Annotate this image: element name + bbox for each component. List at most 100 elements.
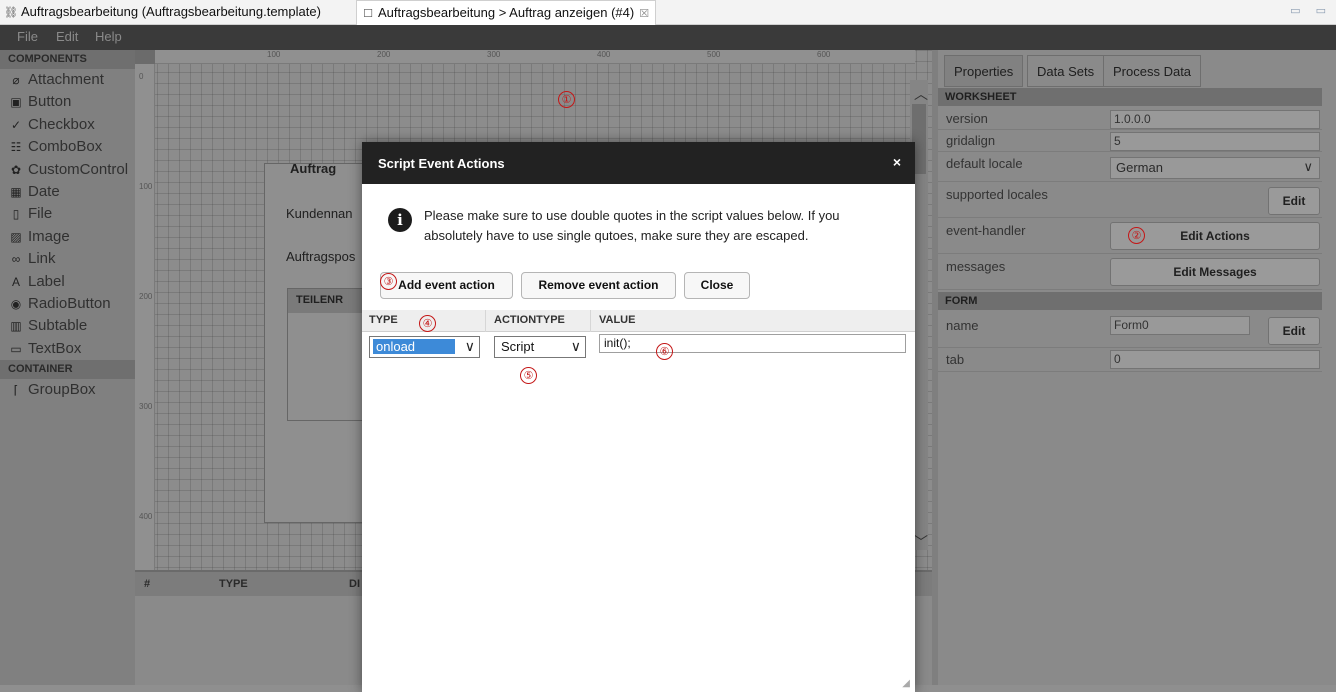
dialog-info-text: Please make sure to use double quotes in… [424, 208, 840, 243]
tab-data-sets[interactable]: Data Sets [1027, 55, 1105, 87]
annotation-marker-2: ② [1128, 227, 1145, 244]
bottom-col-d: DI [349, 578, 360, 590]
worksheet-heading: WORKSHEET [938, 88, 1322, 106]
groupbox-title: Auftrag [290, 161, 337, 176]
groupbox-icon: ⌈ [13, 383, 19, 398]
annotation-marker-5: ⑤ [520, 367, 537, 384]
tab-properties[interactable]: Properties [944, 55, 1024, 87]
container-heading: CONTAINER [0, 360, 135, 380]
gridalign-field[interactable]: 5 [1110, 132, 1320, 151]
prop-key-event-handler: event-handler [946, 223, 1026, 238]
script-value-input[interactable]: init(); [599, 334, 906, 353]
form-name-edit-button[interactable]: Edit [1268, 317, 1320, 345]
component-file[interactable]: ▯ File [0, 203, 135, 225]
col-actiontype: ACTIONTYPE [487, 310, 591, 332]
vertical-ruler: 0 100 200 300 400 [135, 50, 155, 570]
tab-template-label: Auftragsbearbeitung (Auftragsbearbeitung… [21, 4, 321, 19]
form-name-field[interactable]: Form0 [1110, 316, 1250, 335]
checkbox-icon: ✓ [10, 117, 22, 132]
positions-subtable[interactable]: TEILENR [287, 288, 367, 421]
add-event-action-button[interactable]: Add event action [380, 272, 513, 299]
component-date[interactable]: ▦ Date [0, 181, 135, 203]
editor-tabbar: ⛓ Auftragsbearbeitung (Auftragsbearbeitun… [0, 0, 1336, 25]
tab-form-editor[interactable]: ☐ Auftragsbearbeitung > Auftrag anzeigen … [356, 0, 656, 25]
version-field[interactable]: 1.0.0.0 [1110, 110, 1320, 129]
annotation-marker-6: ⑥ [656, 343, 673, 360]
prop-row-default-locale: default locale German ∨ [938, 152, 1322, 182]
component-groupbox[interactable]: ⌈ GroupBox [0, 379, 135, 401]
close-dialog-button[interactable]: Close [684, 272, 750, 299]
link-icon: ∞ [11, 252, 21, 267]
workflow-icon: ⛓ [4, 7, 18, 19]
window-controls[interactable]: ▭ ▭ [1290, 4, 1332, 17]
tab-close-icon[interactable]: ☒ [639, 8, 649, 20]
prop-row-supported-locales: supported locales Edit [938, 182, 1322, 218]
ruler-corner-wrench-icon[interactable] [135, 50, 155, 64]
component-button[interactable]: ▣ Button [0, 91, 135, 113]
info-icon: i [388, 208, 412, 232]
label-icon: A [11, 274, 20, 289]
component-checkbox[interactable]: ✓ Checkbox [0, 114, 135, 136]
component-subtable[interactable]: ▥ Subtable [0, 315, 135, 337]
subtable-header-teilenr: TEILENR [288, 289, 366, 313]
scroll-down-icon[interactable]: ﹀ [914, 532, 928, 552]
edit-messages-button[interactable]: Edit Messages [1110, 258, 1320, 286]
tab-form-label: Auftragsbearbeitung > Auftrag anzeigen (… [378, 5, 635, 20]
chevron-down-icon: ∨ [1303, 159, 1313, 174]
component-combobox[interactable]: ☷ ComboBox [0, 136, 135, 158]
menu-bar: File Edit Help [0, 25, 1336, 50]
annotation-marker-4: ④ [419, 315, 436, 332]
horizontal-ruler: 100 200 300 400 500 600 [155, 50, 915, 64]
prop-row-gridalign: gridalign 5 [938, 130, 1322, 152]
bottom-col-type: TYPE [219, 578, 248, 590]
default-locale-select[interactable]: German ∨ [1110, 157, 1320, 179]
properties-scrollbar[interactable] [1322, 60, 1334, 680]
customcontrol-icon: ✿ [10, 162, 22, 177]
component-textbox[interactable]: ▭ TextBox [0, 338, 135, 360]
action-type-value: Script [501, 339, 535, 354]
annotation-marker-1: ① [558, 91, 575, 108]
menu-help[interactable]: Help [95, 29, 122, 44]
remove-event-action-button[interactable]: Remove event action [521, 272, 676, 299]
textbox-icon: ▭ [10, 341, 22, 356]
component-attachment[interactable]: ⌀ Attachment [0, 69, 135, 91]
chevron-down-icon: ∨ [464, 338, 475, 354]
event-grid-header: TYPE ACTIONTYPE VALUE [362, 310, 915, 332]
tab-process-data[interactable]: Process Data [1103, 55, 1202, 87]
dialog-close-icon[interactable]: × [893, 154, 901, 170]
bottom-col-number: # [144, 578, 151, 590]
positions-label: Auftragspos [286, 249, 356, 264]
prop-key-name: name [946, 318, 979, 333]
script-event-actions-dialog: Script Event Actions × i Please make sur… [362, 142, 915, 692]
event-type-value: onload [373, 339, 455, 354]
subtable-icon: ▥ [10, 319, 22, 334]
properties-panel: Properties Data Sets Process Data WORKSH… [938, 50, 1336, 692]
tab-template-editor[interactable]: ⛓ Auftragsbearbeitung (Auftragsbearbeitun… [0, 0, 350, 25]
component-customcontrol[interactable]: ✿ CustomControl [0, 159, 135, 181]
component-image[interactable]: ▨ Image [0, 226, 135, 248]
resize-grip-icon[interactable]: ◢ [902, 678, 910, 689]
supported-locales-edit-button[interactable]: Edit [1268, 187, 1320, 215]
component-radiobutton[interactable]: ◉ RadioButton [0, 293, 135, 315]
radiobutton-icon: ◉ [10, 296, 22, 311]
prop-key-default-locale: default locale [946, 156, 1023, 171]
date-icon: ▦ [10, 184, 22, 199]
menu-file[interactable]: File [17, 29, 38, 44]
annotation-marker-3: ③ [380, 273, 397, 290]
event-type-select[interactable]: onload ∨ [369, 336, 480, 358]
tab-index-field[interactable]: 0 [1110, 350, 1320, 369]
scroll-up-icon[interactable]: ︿ [914, 84, 928, 104]
col-value: VALUE [599, 314, 636, 326]
customer-label: Kundennan [286, 206, 353, 221]
action-type-select[interactable]: Script ∨ [494, 336, 586, 358]
components-heading: COMPONENTS [0, 50, 135, 69]
form-window-icon: ☐ [363, 8, 373, 20]
menu-edit[interactable]: Edit [56, 29, 78, 44]
prop-key-messages: messages [946, 259, 1006, 274]
attachment-icon: ⌀ [12, 73, 20, 87]
file-icon: ▯ [12, 207, 20, 222]
form-heading: FORM [938, 292, 1322, 310]
prop-key-tab: tab [946, 352, 965, 367]
component-label[interactable]: A Label [0, 271, 135, 293]
component-link[interactable]: ∞ Link [0, 248, 135, 270]
